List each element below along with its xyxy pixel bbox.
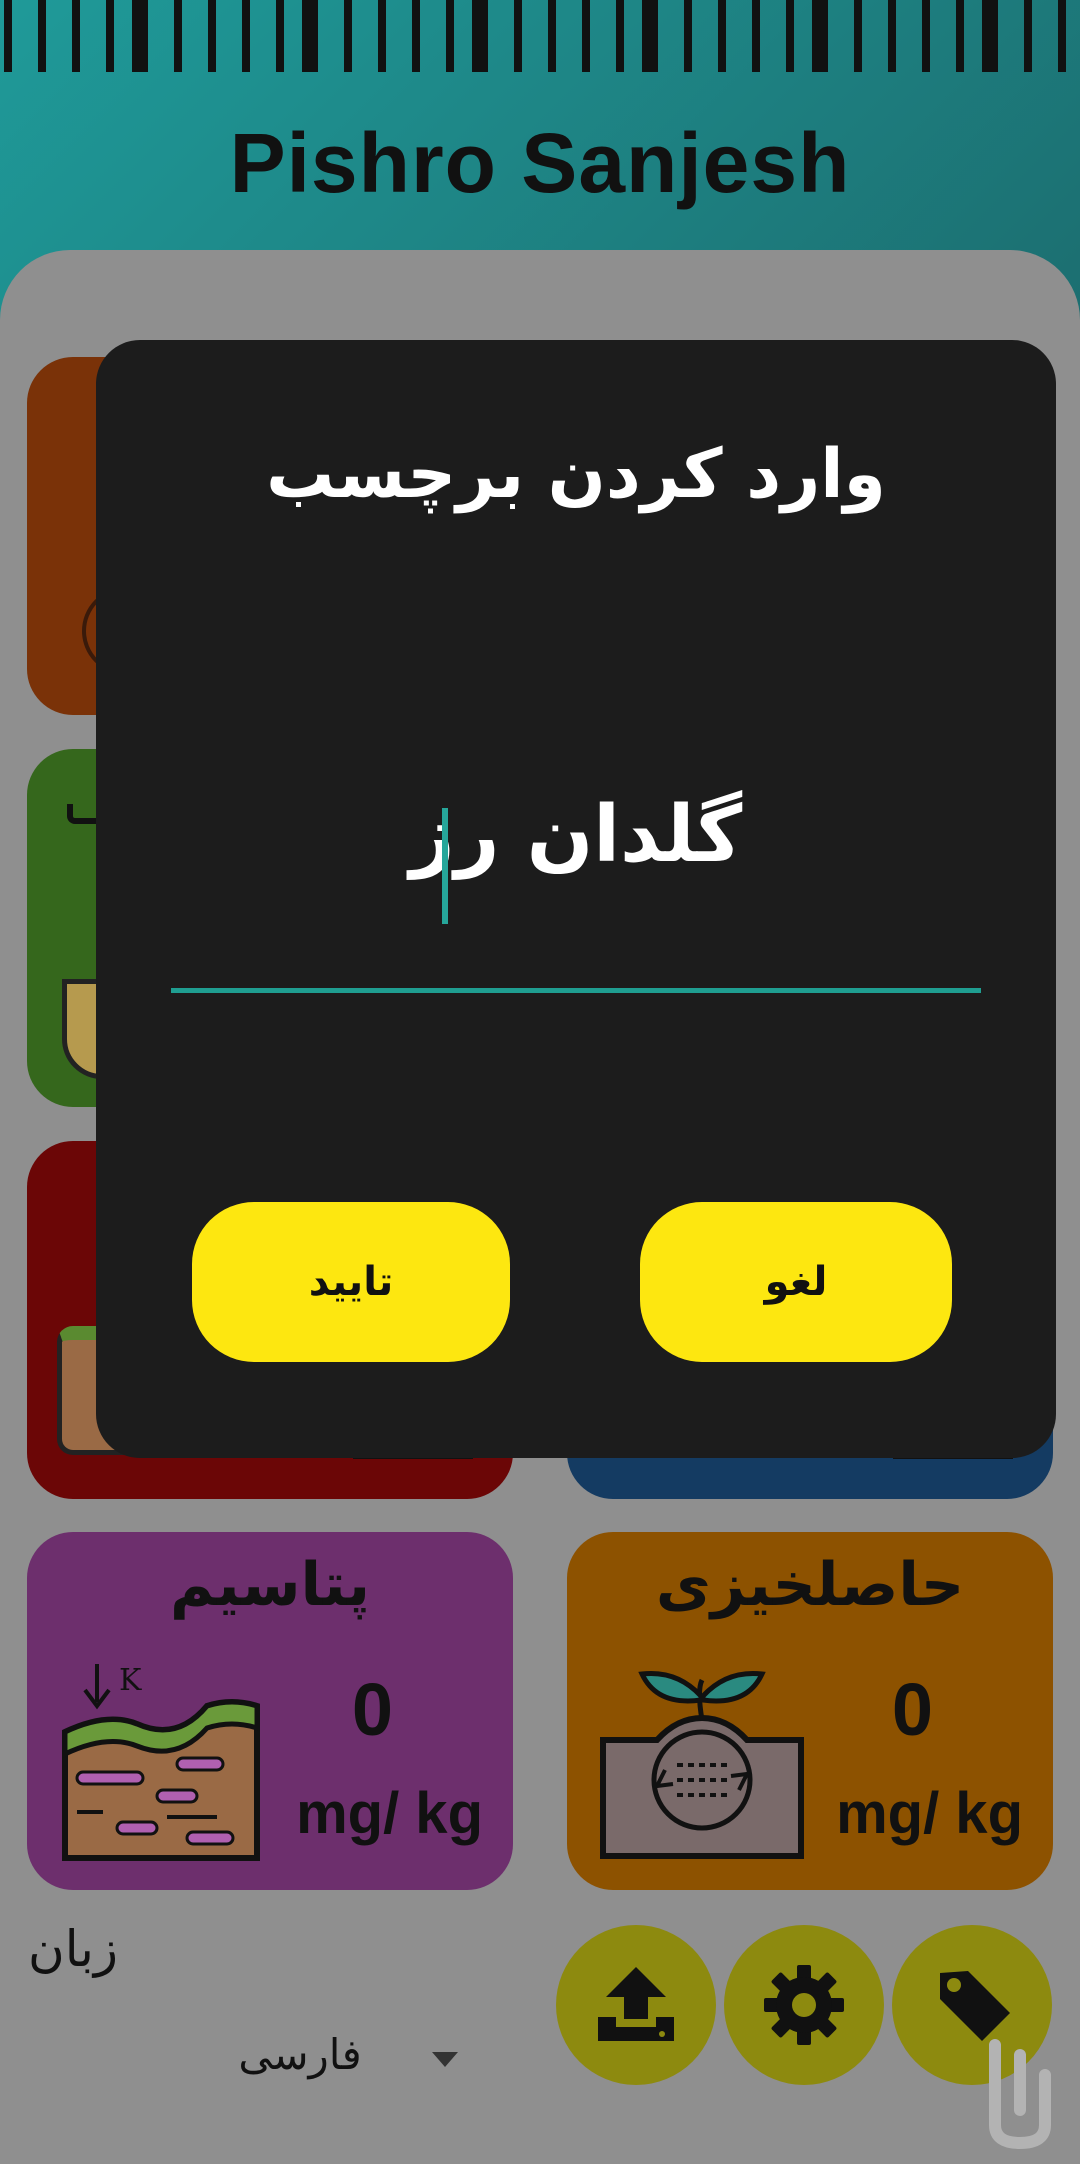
store-watermark-logo (989, 2039, 1051, 2150)
fertility-value: 0 (891, 1668, 933, 1751)
dropdown-caret-icon (432, 2052, 458, 2067)
language-select[interactable]: فارسی (230, 2030, 470, 2100)
language-selected-value: فارسی (238, 2030, 362, 2079)
settings-button[interactable] (724, 1925, 884, 2085)
dialog-title: وارد کردن برچسب (266, 435, 886, 514)
card-fertility[interactable]: حاصلخیزی 0 mg/ kg (567, 1532, 1053, 1890)
potassium-unit: mg/ kg (296, 1781, 483, 1846)
ruler-decoration-major-ticks (0, 0, 1080, 72)
tag-input-dialog: وارد کردن برچسب گلدان رز تایید لغو (96, 340, 1056, 1458)
potassium-value: 0 (351, 1668, 393, 1751)
app-title: Pishro Sanjesh (229, 116, 851, 210)
input-underline (171, 988, 981, 993)
upload-button[interactable] (556, 1925, 716, 2085)
confirm-button[interactable]: تایید (192, 1202, 510, 1362)
soil-potassium-icon: K (62, 1663, 260, 1861)
soil-fertility-icon (600, 1670, 804, 1859)
language-label: زبان (28, 1920, 119, 1978)
upload-icon (598, 1967, 674, 2041)
tag-input-field[interactable]: گلدان رز (171, 780, 981, 890)
text-cursor (442, 808, 448, 924)
card-potassium[interactable]: پتاسیم K 0 mg/ kg (27, 1532, 513, 1890)
card-title: پتاسیم (169, 1550, 371, 1620)
cancel-button[interactable]: لغو (640, 1202, 952, 1362)
svg-text:K: K (119, 1663, 142, 1698)
card-title: حاصلخیزی (655, 1550, 965, 1620)
fertility-unit: mg/ kg (836, 1781, 1023, 1846)
gear-icon (764, 1965, 844, 2045)
